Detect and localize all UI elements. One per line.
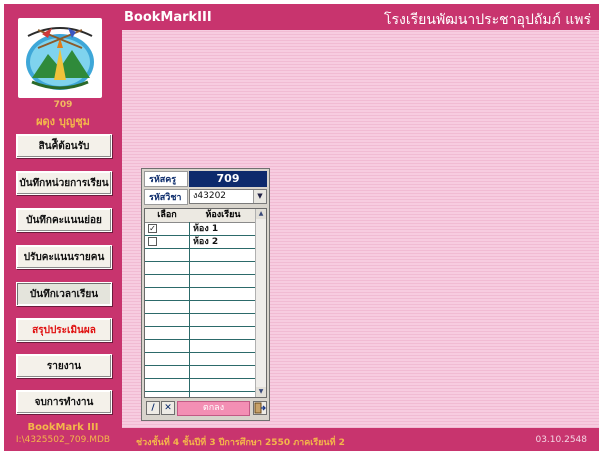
adjust-individual-scores-button[interactable]: ปรับคะแนนรายคน: [16, 245, 112, 269]
grid-line: [145, 261, 257, 262]
edit-button[interactable]: /: [146, 401, 160, 415]
x-icon: ✕: [164, 403, 172, 413]
pencil-icon: /: [151, 403, 155, 413]
record-attendance-button[interactable]: บันทึกเวลาเรียน: [16, 282, 112, 306]
grid-line: [145, 352, 257, 353]
record-sub-scores-button[interactable]: บันทึกคะแนนย่อย: [16, 208, 112, 232]
row-checkbox[interactable]: [148, 237, 157, 246]
ok-button[interactable]: ตกลง: [177, 401, 250, 416]
room-selection-dialog: รหัสครู 709 รหัสวิชา ง43202 ▼ เลือก ห้อง…: [141, 168, 270, 421]
grid-header: เลือก ห้องเรียน: [145, 209, 257, 223]
evaluation-summary-button[interactable]: สรุปประเมินผล: [16, 318, 112, 342]
room-column-header: ห้องเรียน: [205, 210, 241, 220]
subject-code-select[interactable]: ง43202 ▼: [189, 189, 267, 204]
grid-line: [145, 235, 257, 236]
grid-line: [145, 287, 257, 288]
grid-line: [145, 300, 257, 301]
chevron-down-icon[interactable]: ▼: [253, 190, 266, 203]
school-name: โรงเรียนพัฒนาประชาอุปถัมภ์ แพร่: [384, 12, 591, 28]
room-name: ห้อง 1: [193, 224, 219, 234]
school-emblem-icon: [26, 27, 94, 90]
app-title: BookMarkIII: [124, 10, 212, 25]
teacher-code-value: 709: [189, 171, 267, 187]
grid-line: [145, 339, 257, 340]
reports-button[interactable]: รายงาน: [16, 354, 112, 378]
database-path: I:\4325502_709.MDB: [15, 435, 111, 445]
app-window: BookMarkIII โรงเรียนพัฒนาประชาอุปถัมภ์ แ…: [4, 4, 599, 451]
subject-code-value: ง43202: [193, 191, 227, 201]
select-column-header: เลือก: [157, 210, 177, 220]
grid-line: [145, 326, 257, 327]
exit-dialog-button[interactable]: [253, 401, 267, 415]
table-row[interactable]: ห้อง 2: [145, 236, 257, 248]
grid-scrollbar[interactable]: ▲ ▼: [255, 209, 266, 397]
delete-button[interactable]: ✕: [161, 401, 175, 415]
record-learning-units-button[interactable]: บันทึกหน่วยการเรียน: [16, 171, 112, 195]
user-name: ผดุง บุญชุม: [36, 115, 90, 128]
grid-line: [145, 248, 257, 249]
row-checkbox[interactable]: ✓: [148, 224, 157, 233]
exit-door-icon: [254, 402, 266, 414]
sidebar: 709 ผดุง บุญชุม สินค้ีต้อนรับ บันทึกหน่ว…: [4, 4, 122, 451]
room-name: ห้อง 2: [193, 237, 219, 247]
school-logo: [18, 18, 102, 98]
grid-line: [145, 274, 257, 275]
teacher-code-label: รหัสครู: [144, 171, 188, 187]
grid-line: [145, 378, 257, 379]
grid-line: [145, 365, 257, 366]
grid-line: [145, 313, 257, 314]
subject-code-label: รหัสวิชา: [144, 189, 188, 205]
status-date: 03.10.2548: [535, 435, 587, 445]
scroll-down-icon[interactable]: ▼: [256, 387, 266, 397]
exit-program-button[interactable]: จบการทำงาน: [16, 390, 112, 414]
scroll-up-icon[interactable]: ▲: [256, 209, 266, 219]
app-name-label: BookMark III: [27, 422, 99, 433]
logo-number: 709: [53, 100, 73, 110]
grid-line: [145, 391, 257, 392]
term-info: ช่วงชั้นที่ 4 ชั้นปีที่ 3 ปีการศึกษา 255…: [136, 438, 345, 448]
room-grid: เลือก ห้องเรียน ✓ ห้อง 1 ห้อง 2 ▲ ▼: [144, 208, 267, 398]
welcome-button[interactable]: สินค้ีต้อนรับ: [16, 134, 112, 158]
table-row[interactable]: ✓ ห้อง 1: [145, 223, 257, 235]
